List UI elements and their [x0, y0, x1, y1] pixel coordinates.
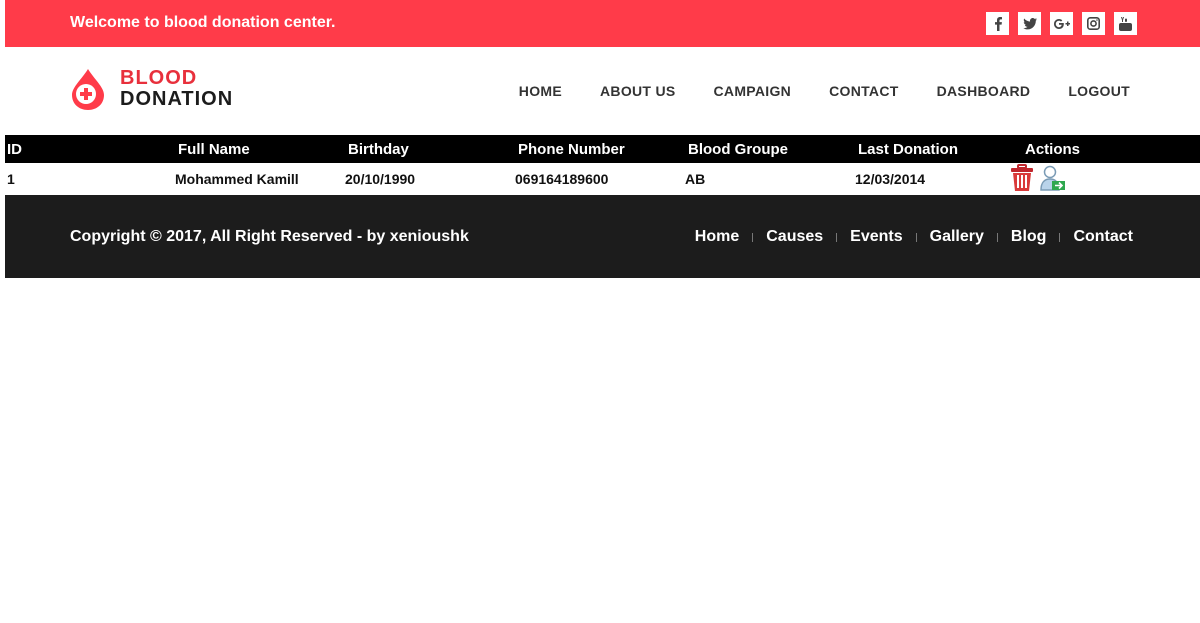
nav-logout[interactable]: LOGOUT — [1068, 83, 1130, 99]
copyright-text: Copyright © 2017, All Right Reserved - b… — [70, 228, 469, 245]
cell-full-name: Mohammed Kamill — [175, 171, 299, 187]
cell-phone-number: 069164189600 — [515, 171, 609, 187]
footer-link-blog[interactable]: Blog — [1011, 228, 1047, 246]
footer-separator — [996, 232, 998, 242]
footer-separator — [915, 232, 917, 242]
col-header-full-name: Full Name — [178, 140, 250, 158]
footer-link-gallery[interactable]: Gallery — [930, 228, 984, 246]
cell-id: 1 — [7, 171, 15, 187]
youtube-icon[interactable] — [1114, 12, 1137, 35]
site-header: BLOOD DONATION HOME ABOUT US CAMPAIGN CO… — [5, 47, 1200, 135]
nav-dashboard[interactable]: DASHBOARD — [937, 83, 1031, 99]
col-header-birthday: Birthday — [348, 140, 409, 158]
col-header-phone-number: Phone Number — [518, 140, 625, 158]
footer-separator — [1059, 232, 1061, 242]
footer-separator — [752, 232, 754, 242]
nav-about-us[interactable]: ABOUT US — [600, 83, 676, 99]
footer-link-contact[interactable]: Contact — [1073, 228, 1133, 246]
social-links — [986, 12, 1137, 35]
cell-last-donation: 12/03/2014 — [855, 171, 926, 187]
donors-table: ID Full Name Birthday Phone Number Blood… — [5, 135, 1200, 195]
col-header-actions: Actions — [1025, 140, 1081, 158]
footer-link-causes[interactable]: Causes — [766, 228, 823, 246]
site-logo[interactable]: BLOOD DONATION — [70, 67, 233, 111]
footer-link-events[interactable]: Events — [850, 228, 902, 246]
top-bar: Welcome to blood donation center. — [5, 0, 1200, 47]
logo-text-blood: BLOOD — [120, 67, 198, 89]
instagram-icon[interactable] — [1082, 12, 1105, 35]
cell-blood-groupe: AB — [685, 171, 706, 187]
blood-drop-icon — [72, 69, 104, 110]
table-row: 1 Mohammed Kamill 20/10/1990 06916418960… — [5, 163, 1200, 195]
nav-campaign[interactable]: CAMPAIGN — [714, 83, 792, 99]
footer-link-home[interactable]: Home — [695, 228, 739, 246]
cell-birthday: 20/10/1990 — [345, 171, 416, 187]
col-header-blood-groupe: Blood Groupe — [688, 140, 788, 158]
nav-home[interactable]: HOME — [519, 83, 562, 99]
main-nav: HOME ABOUT US CAMPAIGN CONTACT DASHBOARD… — [519, 83, 1130, 99]
cell-actions — [1011, 163, 1200, 195]
site-footer: Copyright © 2017, All Right Reserved - b… — [5, 195, 1200, 278]
nav-contact[interactable]: CONTACT — [829, 83, 899, 99]
col-header-id: ID — [7, 140, 22, 158]
table-header-row: ID Full Name Birthday Phone Number Blood… — [5, 135, 1200, 163]
logo-text-donation: DONATION — [120, 88, 234, 110]
edit-user-icon[interactable] — [1039, 164, 1065, 192]
footer-links: Home Causes Events Gallery Blog Contact — [695, 228, 1133, 246]
facebook-icon[interactable] — [986, 12, 1009, 35]
google-plus-icon[interactable] — [1050, 12, 1073, 35]
delete-trash-icon[interactable] — [1009, 163, 1035, 192]
twitter-icon[interactable] — [1018, 12, 1041, 35]
welcome-text: Welcome to blood donation center. — [70, 14, 336, 31]
col-header-last-donation: Last Donation — [858, 140, 958, 158]
footer-separator — [836, 232, 838, 242]
